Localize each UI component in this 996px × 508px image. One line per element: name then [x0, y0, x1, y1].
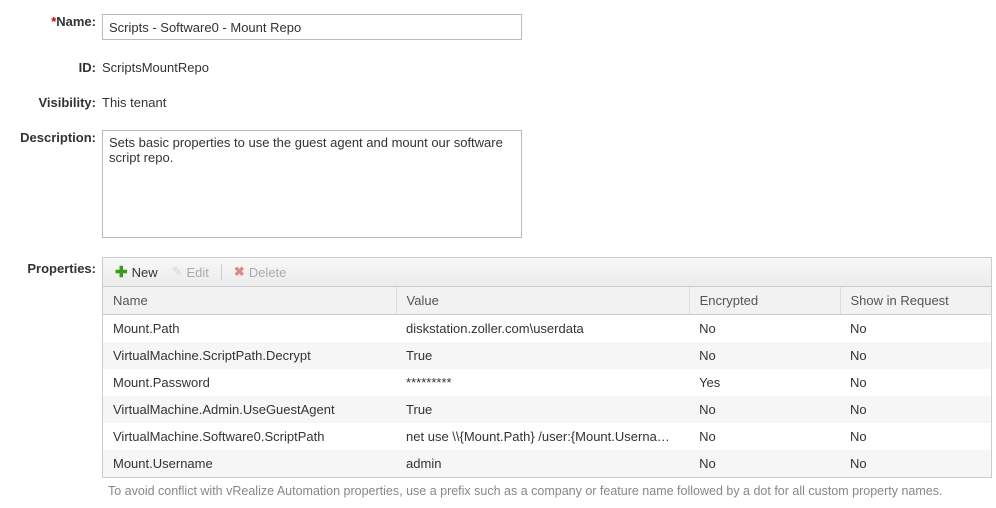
cell-name: Mount.Username [103, 450, 396, 477]
col-header-encrypted[interactable]: Encrypted [689, 287, 840, 315]
table-row[interactable]: VirtualMachine.ScriptPath.DecryptTrueNoN… [103, 342, 991, 369]
cell-encrypted: Yes [689, 369, 840, 396]
cell-encrypted: No [689, 450, 840, 477]
new-button[interactable]: ✚ New [111, 263, 162, 282]
delete-icon: ✖ [234, 264, 245, 280]
visibility-value: This tenant [102, 91, 986, 110]
cell-show: No [840, 423, 991, 450]
toolbar-separator [221, 264, 222, 280]
description-input[interactable] [102, 130, 522, 238]
col-header-show[interactable]: Show in Request [840, 287, 991, 315]
cell-name: Mount.Path [103, 315, 396, 343]
table-row[interactable]: Mount.Pathdiskstation.zoller.com\userdat… [103, 315, 991, 343]
edit-button[interactable]: ✎ Edit [168, 262, 213, 282]
cell-encrypted: No [689, 342, 840, 369]
cell-value: True [396, 396, 689, 423]
name-label: *Name: [10, 10, 102, 29]
table-row[interactable]: Mount.Password*********YesNo [103, 369, 991, 396]
col-header-name[interactable]: Name [103, 287, 396, 315]
id-label: ID: [10, 56, 102, 75]
cell-encrypted: No [689, 396, 840, 423]
visibility-label: Visibility: [10, 91, 102, 110]
table-row[interactable]: Mount.UsernameadminNoNo [103, 450, 991, 477]
cell-encrypted: No [689, 423, 840, 450]
delete-button-label: Delete [249, 265, 287, 280]
new-button-label: New [132, 265, 158, 280]
footer-note: To avoid conflict with vRealize Automati… [10, 480, 996, 498]
cell-name: VirtualMachine.Admin.UseGuestAgent [103, 396, 396, 423]
cell-show: No [840, 369, 991, 396]
properties-panel: ✚ New ✎ Edit ✖ Delete [102, 257, 992, 478]
cell-value: True [396, 342, 689, 369]
cell-encrypted: No [689, 315, 840, 343]
cell-show: No [840, 342, 991, 369]
cell-value: admin [396, 450, 689, 477]
cell-value: ********* [396, 369, 689, 396]
edit-button-label: Edit [187, 265, 209, 280]
cell-name: VirtualMachine.Software0.ScriptPath [103, 423, 396, 450]
delete-button[interactable]: ✖ Delete [230, 262, 290, 282]
description-label: Description: [10, 126, 102, 145]
plus-icon: ✚ [115, 265, 128, 280]
cell-name: VirtualMachine.ScriptPath.Decrypt [103, 342, 396, 369]
properties-label: Properties: [10, 257, 102, 276]
cell-name: Mount.Password [103, 369, 396, 396]
table-row[interactable]: VirtualMachine.Admin.UseGuestAgentTrueNo… [103, 396, 991, 423]
pencil-icon: ✎ [172, 264, 183, 280]
id-value: ScriptsMountRepo [102, 56, 986, 75]
cell-value: net use \\{Mount.Path} /user:{Mount.User… [396, 423, 689, 450]
cell-show: No [840, 315, 991, 343]
cell-show: No [840, 396, 991, 423]
cell-value: diskstation.zoller.com\userdata [396, 315, 689, 343]
name-input[interactable] [102, 14, 522, 40]
cell-show: No [840, 450, 991, 477]
table-row[interactable]: VirtualMachine.Software0.ScriptPathnet u… [103, 423, 991, 450]
col-header-value[interactable]: Value [396, 287, 689, 315]
properties-toolbar: ✚ New ✎ Edit ✖ Delete [103, 258, 991, 287]
properties-table: Name Value Encrypted Show in Request Mou… [103, 287, 991, 477]
